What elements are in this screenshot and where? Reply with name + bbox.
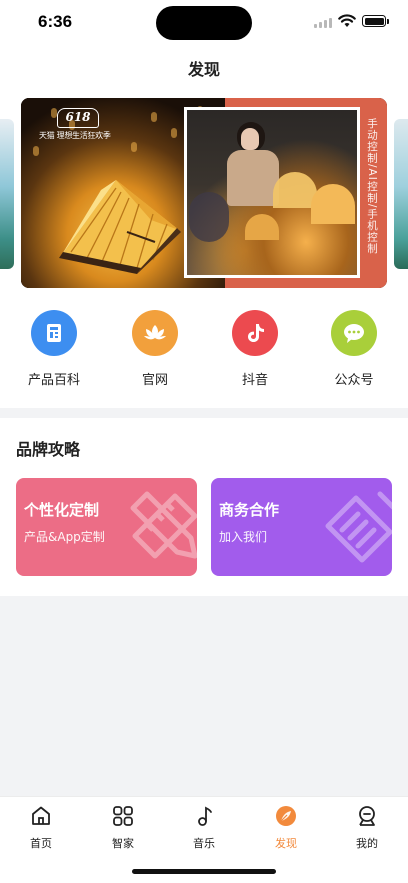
tab-discover[interactable]: 发现	[256, 804, 316, 851]
brand-section: 品牌攻略 个性化定制 产品&App定制 商务合作 加入我们	[0, 418, 408, 596]
discover-icon	[276, 806, 296, 826]
profile-icon	[359, 806, 375, 826]
shortcut-wechat-account[interactable]: 公众号	[314, 310, 394, 388]
banner-vertical-caption: 手动控制/AI控制/手机控制	[366, 118, 378, 255]
wechat-icon	[331, 310, 377, 356]
carousel-prev-slide[interactable]	[0, 119, 14, 269]
carousel-next-slide[interactable]	[394, 119, 408, 269]
handshake-icon	[325, 491, 392, 563]
wifi-icon	[338, 14, 356, 27]
status-time: 6:36	[38, 12, 73, 31]
tab-profile[interactable]: 我的	[337, 804, 397, 851]
book-icon	[31, 310, 77, 356]
shortcut-official-site[interactable]: 官网	[115, 310, 195, 388]
pencil-ruler-icon	[130, 491, 197, 559]
grid-icon	[113, 806, 133, 826]
dynamic-island	[156, 6, 252, 40]
tmall-618-logo: 618 天猫 理想生活狂欢季	[39, 108, 111, 140]
tab-smart-home[interactable]: 智家	[93, 804, 153, 851]
tiktok-icon	[232, 310, 278, 356]
tab-music[interactable]: 音乐	[174, 804, 234, 851]
custom-card[interactable]: 个性化定制 产品&App定制	[16, 478, 197, 576]
status-bar: 6:36	[0, 0, 408, 46]
shortcut-douyin[interactable]: 抖音	[215, 310, 295, 388]
shortcut-product-wiki[interactable]: 产品百科	[14, 310, 94, 388]
lotus-icon	[132, 310, 178, 356]
banner-photo	[184, 107, 360, 278]
page-title: 发现	[187, 60, 220, 79]
home-icon	[32, 806, 50, 825]
battery-icon	[362, 15, 386, 27]
music-note-icon	[198, 806, 212, 826]
brand-section-title: 品牌攻略	[16, 440, 81, 459]
tab-home[interactable]: 首页	[11, 804, 71, 851]
business-card[interactable]: 商务合作 加入我们	[211, 478, 392, 576]
promo-banner[interactable]: 618 天猫 理想生活狂欢季 手动控制/AI控制/手机控制	[21, 98, 387, 288]
home-indicator	[132, 869, 276, 874]
book-lantern-illustration	[59, 180, 181, 274]
